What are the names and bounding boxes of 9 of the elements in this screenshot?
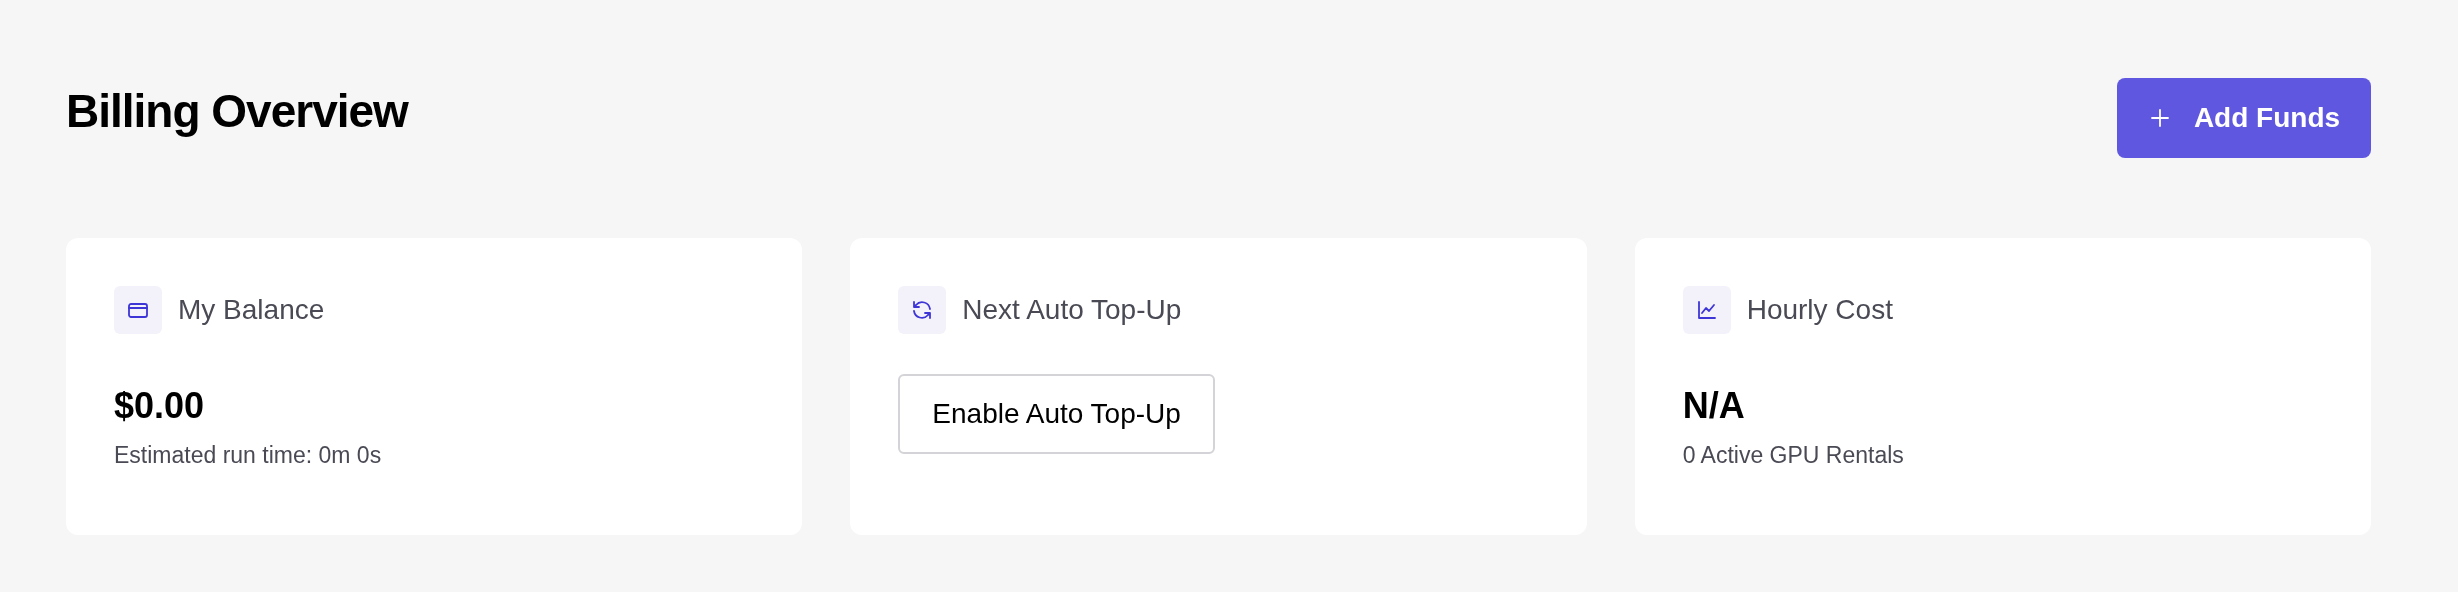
- card-label: Next Auto Top-Up: [962, 293, 1182, 327]
- card-caption: Estimated run time: 0m 0s: [114, 440, 383, 470]
- card-value: $0.00: [114, 386, 206, 426]
- add-funds-button[interactable]: Add Funds: [2117, 78, 2371, 158]
- card-label: Hourly Cost: [1746, 293, 1893, 327]
- card-caption: 0 Active GPU Rentals: [1682, 440, 1905, 470]
- enable-button[interactable]: Enable Auto Top-Up: [898, 374, 1215, 454]
- card-value: N/A: [1682, 386, 1746, 426]
- card-label: My Balance: [178, 293, 325, 327]
